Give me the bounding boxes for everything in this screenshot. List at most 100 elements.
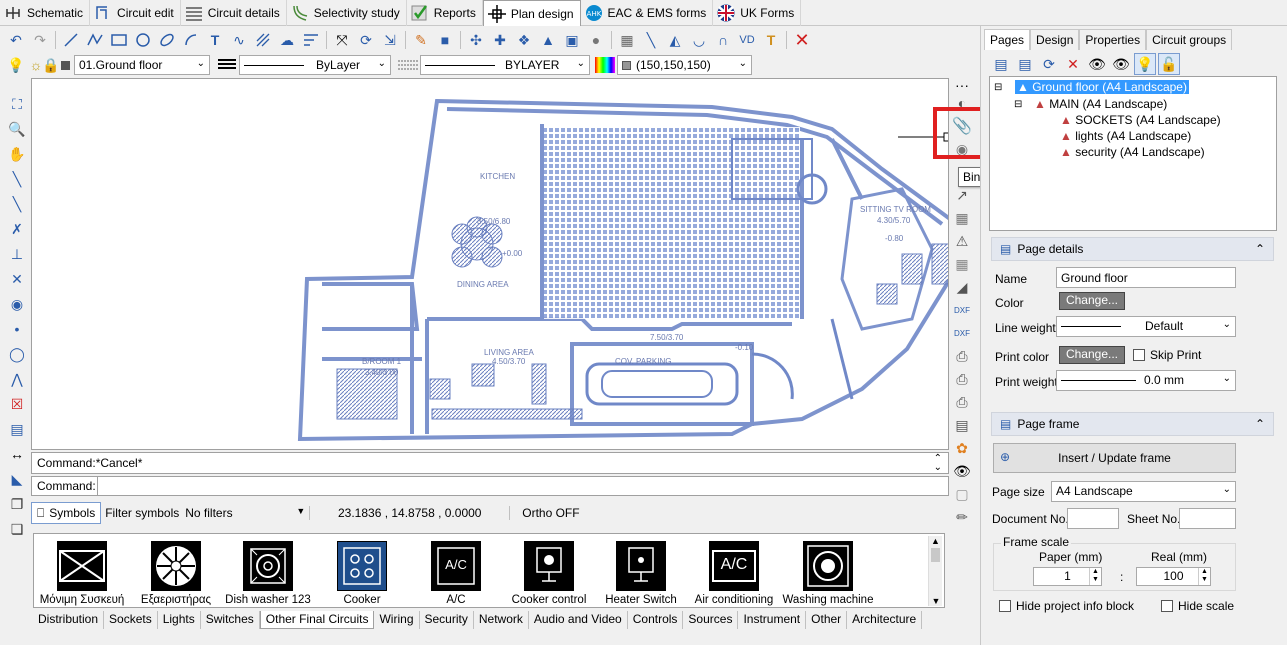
category-tab[interactable]: Architecture xyxy=(847,611,923,629)
fillet-icon[interactable]: ◡ xyxy=(688,29,710,51)
name-field[interactable] xyxy=(1056,267,1236,288)
block-icon[interactable]: ■ xyxy=(434,29,456,51)
tab-plan-design[interactable]: Plan design xyxy=(482,0,581,26)
polyline-icon[interactable] xyxy=(84,29,106,51)
stepper-arrows-icon[interactable]: ▲ ▼ xyxy=(1089,568,1101,585)
category-tab[interactable]: Lights xyxy=(158,611,201,629)
hide-page-icon[interactable]: 👁 xyxy=(1110,53,1132,75)
tree-node-leaf[interactable]: ▲ lights (A4 Landscape) xyxy=(1060,129,1191,143)
skip-print-checkbox[interactable]: Skip Print xyxy=(1133,348,1201,362)
rotate-icon[interactable]: ⟳ xyxy=(355,29,377,51)
symbol-item[interactable]: Εξαεριστήρας xyxy=(128,541,224,606)
tab-pages[interactable]: Pages xyxy=(984,29,1031,50)
command-input[interactable] xyxy=(99,477,947,495)
symbols-toggle[interactable]: ⎕ Symbols xyxy=(31,502,102,524)
category-tab[interactable]: Sockets xyxy=(104,611,158,629)
show-page-icon[interactable]: 👁 xyxy=(1086,53,1108,75)
page-frame-header[interactable]: ▤ Page frame ⌃ xyxy=(991,412,1274,436)
tab-selectivity-study[interactable]: Selectivity study xyxy=(287,0,407,26)
symbol-item[interactable]: Μόνιμη Συσκευή xyxy=(34,541,130,606)
text-icon[interactable]: T xyxy=(204,29,226,51)
hide-info-checkbox[interactable]: Hide project info block xyxy=(999,599,1134,613)
tab-design[interactable]: Design xyxy=(1030,29,1080,50)
scroll-down-icon[interactable]: ▼ xyxy=(929,596,943,606)
scale-icon[interactable]: ⇲ xyxy=(379,29,401,51)
snap-tangent-icon[interactable]: ◯ xyxy=(6,343,28,365)
tab-circuit-groups[interactable]: Circuit groups xyxy=(1146,29,1233,50)
lock-icon[interactable]: 🔒 xyxy=(42,54,59,76)
pencil-icon[interactable]: ✏ xyxy=(951,506,973,528)
collapse-icon[interactable]: ⊟ xyxy=(994,82,1002,93)
linetype-select[interactable]: ByLayer ⌄ xyxy=(239,55,391,75)
circle-icon[interactable] xyxy=(132,29,154,51)
category-tab[interactable]: Other xyxy=(806,611,848,629)
eye-icon[interactable]: 👁 xyxy=(951,460,973,482)
category-tab[interactable]: Instrument xyxy=(738,611,807,629)
copy-icon[interactable]: ✚ xyxy=(489,29,511,51)
trim-icon[interactable]: ╲ xyxy=(640,29,662,51)
ungroup-icon[interactable]: ❏ xyxy=(6,518,28,540)
group-icon[interactable]: ❐ xyxy=(6,493,28,515)
lightbulb-icon[interactable]: 💡 xyxy=(5,54,27,76)
file-icon[interactable]: ▢ xyxy=(951,483,973,505)
more-icon[interactable]: ··· xyxy=(951,77,973,93)
real-stepper[interactable]: 100 ▲ ▼ xyxy=(1136,567,1211,586)
lineweight-icon[interactable] xyxy=(216,54,238,76)
scroll-arrows-icon[interactable]: ⌃ ⌄ xyxy=(934,454,942,473)
add-page-icon[interactable]: ▤ xyxy=(990,53,1012,75)
measure-icon[interactable]: ↔ xyxy=(6,443,28,465)
move-icon[interactable]: ✣ xyxy=(465,29,487,51)
symbols-scrollbar[interactable]: ▲ ▼ xyxy=(928,536,942,606)
tab-schematic[interactable]: Schematic xyxy=(0,0,91,26)
zoom-icon[interactable]: 🔍 xyxy=(6,118,28,140)
undo-icon[interactable]: ↶ xyxy=(5,29,27,51)
symbol-item[interactable]: A/C A/C xyxy=(408,541,504,606)
layer-select[interactable]: 01.Ground floor ⌄ xyxy=(74,55,210,75)
sheetno-field[interactable] xyxy=(1179,508,1236,529)
print-icon[interactable]: ⎙ xyxy=(951,345,973,367)
offset-icon[interactable]: ∩ xyxy=(712,29,734,51)
xref-path-icon[interactable]: ↗ xyxy=(951,184,973,206)
tree-node-leaf[interactable]: ▲ SOCKETS (A4 Landscape) xyxy=(1060,113,1221,127)
sun-icon[interactable]: ☼ xyxy=(29,54,43,76)
stepper-arrows-icon[interactable]: ▲ ▼ xyxy=(1198,568,1210,585)
symbol-item[interactable]: Heater Switch xyxy=(593,541,689,606)
page-details-header[interactable]: ▤ Page details ⌃ xyxy=(991,237,1274,261)
grid-snap-icon[interactable]: ▤ xyxy=(6,418,28,440)
document-icon[interactable]: ▤ xyxy=(951,414,973,436)
symbol-item[interactable]: A/C Air conditioning xyxy=(686,541,782,606)
scroll-thumb[interactable] xyxy=(931,548,940,562)
checkbox-box[interactable] xyxy=(1161,600,1173,612)
category-tab[interactable]: Sources xyxy=(683,611,739,629)
grid-icon[interactable]: ▦ xyxy=(616,29,638,51)
category-tab[interactable]: Security xyxy=(420,611,474,629)
hide-scale-checkbox[interactable]: Hide scale xyxy=(1161,599,1234,613)
pattern-icon[interactable] xyxy=(397,54,419,76)
spline-icon[interactable]: ∿ xyxy=(228,29,250,51)
hatch-icon[interactable] xyxy=(252,29,274,51)
filter-select[interactable]: No filters ▼ xyxy=(185,506,311,520)
corner-icon[interactable]: ◭ xyxy=(664,29,686,51)
ellipse-icon[interactable] xyxy=(156,29,178,51)
category-tab[interactable]: Network xyxy=(474,611,529,629)
unlock-icon[interactable]: 🔓 xyxy=(1158,53,1180,75)
paint-icon[interactable]: ✎ xyxy=(410,29,432,51)
symbol-item[interactable]: Washing machine xyxy=(780,541,876,606)
docno-field[interactable] xyxy=(1067,508,1119,529)
tab-reports[interactable]: Reports xyxy=(407,0,483,26)
dimension-icon[interactable]: VD xyxy=(736,29,758,51)
pan-hand-icon[interactable]: ✋ xyxy=(6,143,28,165)
lightbulb-icon[interactable]: 💡 xyxy=(1134,53,1156,75)
line-icon[interactable] xyxy=(60,29,82,51)
category-tab[interactable]: Distribution xyxy=(33,611,105,629)
cloud-icon[interactable]: ☁ xyxy=(276,29,298,51)
checkbox-box[interactable] xyxy=(1133,349,1145,361)
scroll-up-icon[interactable]: ▲ xyxy=(929,536,942,546)
tag-icon[interactable]: ◢ xyxy=(951,276,973,298)
category-tab[interactable]: Audio and Video xyxy=(529,611,628,629)
snap-perpendicular-icon[interactable]: ⊥ xyxy=(6,243,28,265)
symbol-item[interactable]: Cooker control xyxy=(501,541,597,606)
add-subpage-icon[interactable]: ▤ xyxy=(1014,53,1036,75)
tab-properties[interactable]: Properties xyxy=(1079,29,1147,50)
symbol-item[interactable]: Dish washer 123 xyxy=(220,541,316,606)
